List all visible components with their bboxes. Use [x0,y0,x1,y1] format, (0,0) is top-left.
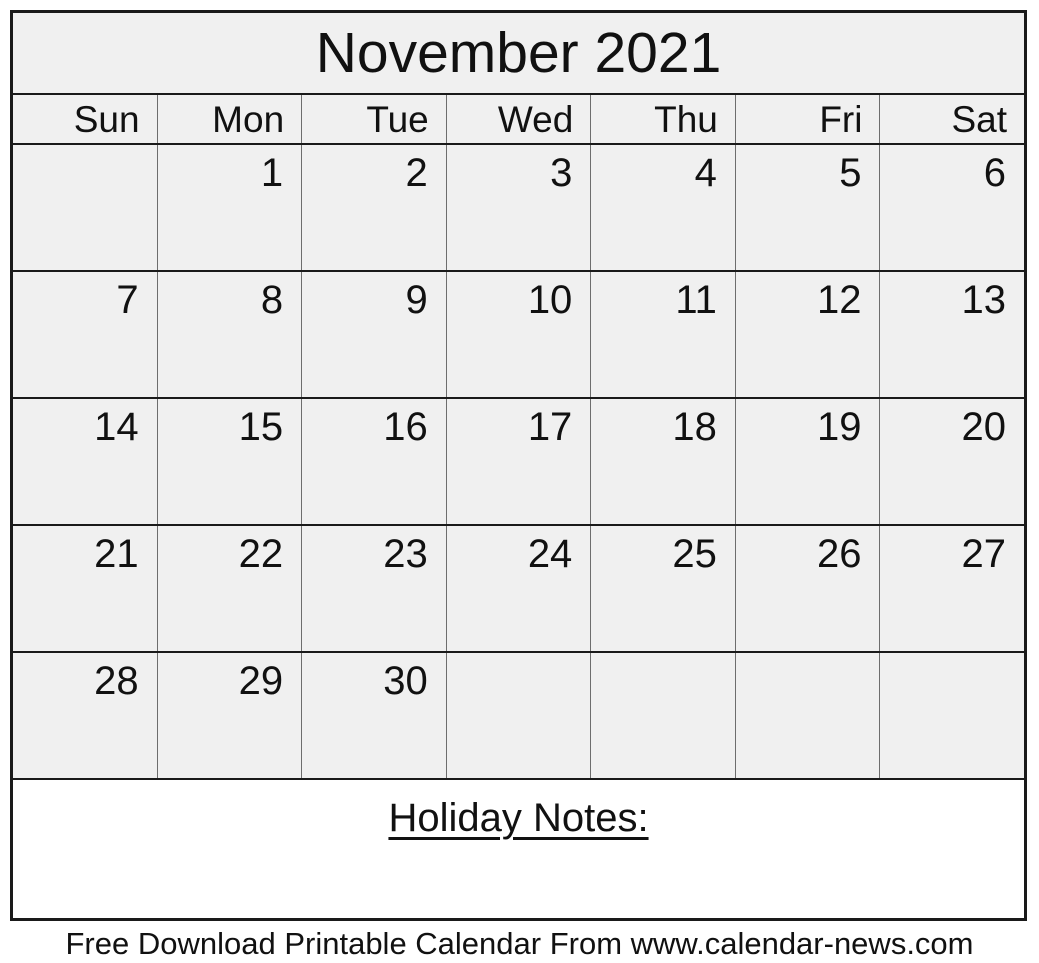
day-cell[interactable] [736,653,881,778]
day-cell[interactable]: 11 [591,272,736,397]
day-cell[interactable]: 6 [880,145,1024,270]
day-cell[interactable]: 24 [447,526,592,651]
weekday-header-wed: Wed [447,95,592,143]
day-cell[interactable] [880,653,1024,778]
day-cell[interactable]: 13 [880,272,1024,397]
day-cell[interactable]: 18 [591,399,736,524]
calendar-weeks: 1 2 3 4 5 6 7 8 9 10 11 12 13 14 15 16 1… [13,145,1024,780]
week-row: 21 22 23 24 25 26 27 [13,526,1024,653]
week-row: 7 8 9 10 11 12 13 [13,272,1024,399]
weekday-header-mon: Mon [158,95,303,143]
footer-attribution: Free Download Printable Calendar From ww… [65,926,974,961]
day-cell[interactable]: 5 [736,145,881,270]
day-cell[interactable]: 7 [13,272,158,397]
day-cell[interactable] [13,145,158,270]
calendar-frame: November 2021 Sun Mon Tue Wed Thu Fri Sa… [10,10,1027,921]
page-title: November 2021 [315,20,722,85]
calendar-page: November 2021 Sun Mon Tue Wed Thu Fri Sa… [0,0,1039,963]
weekday-header-thu: Thu [591,95,736,143]
day-cell[interactable]: 30 [302,653,447,778]
day-cell[interactable]: 2 [302,145,447,270]
week-row: 14 15 16 17 18 19 20 [13,399,1024,526]
day-cell[interactable]: 27 [880,526,1024,651]
day-cell[interactable]: 10 [447,272,592,397]
weekday-header-row: Sun Mon Tue Wed Thu Fri Sat [13,95,1024,145]
day-cell[interactable]: 15 [158,399,303,524]
week-row: 28 29 30 [13,653,1024,780]
weekday-header-sun: Sun [13,95,158,143]
day-cell[interactable]: 12 [736,272,881,397]
day-cell[interactable]: 20 [880,399,1024,524]
day-cell[interactable]: 22 [158,526,303,651]
day-cell[interactable] [591,653,736,778]
day-cell[interactable]: 25 [591,526,736,651]
day-cell[interactable]: 21 [13,526,158,651]
day-cell[interactable]: 14 [13,399,158,524]
day-cell[interactable]: 3 [447,145,592,270]
weekday-header-tue: Tue [302,95,447,143]
day-cell[interactable]: 29 [158,653,303,778]
day-cell[interactable]: 17 [447,399,592,524]
week-row: 1 2 3 4 5 6 [13,145,1024,272]
day-cell[interactable]: 16 [302,399,447,524]
day-cell[interactable]: 8 [158,272,303,397]
day-cell[interactable]: 28 [13,653,158,778]
weekday-header-fri: Fri [736,95,881,143]
day-cell[interactable] [447,653,592,778]
day-cell[interactable]: 1 [158,145,303,270]
weekday-header-sat: Sat [951,98,1008,140]
day-cell[interactable]: 19 [736,399,881,524]
day-cell[interactable]: 26 [736,526,881,651]
day-cell[interactable]: 23 [302,526,447,651]
day-cell[interactable]: 4 [591,145,736,270]
calendar-title-row: November 2021 [13,13,1024,95]
day-cell[interactable]: 9 [302,272,447,397]
holiday-notes-label: Holiday Notes: [388,796,649,840]
holiday-notes-section: Holiday Notes: [13,780,1024,918]
holiday-notes-writing-area[interactable] [13,842,1024,918]
